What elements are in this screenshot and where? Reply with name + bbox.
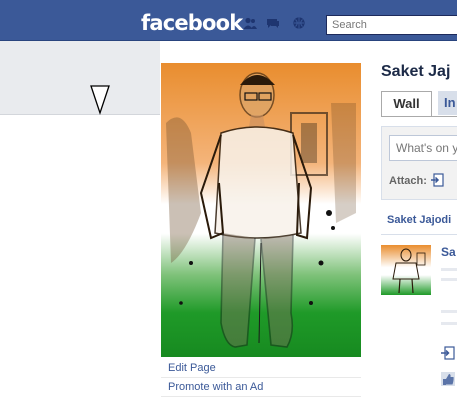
story-thumbnail[interactable] [381, 245, 431, 295]
top-bar: facebook Search [0, 0, 457, 41]
attach-icon[interactable] [431, 173, 444, 187]
messages-icon[interactable] [266, 17, 280, 29]
tab-info[interactable]: In [438, 91, 457, 115]
profile-action-links: Edit Page Promote with an Ad [161, 359, 361, 397]
cursor-arrow-icon [90, 85, 110, 116]
edit-page-link[interactable]: Edit Page [161, 359, 361, 378]
story-text-line [441, 322, 457, 325]
profile-tabs: Wall In [381, 91, 457, 117]
search-placeholder: Search [332, 19, 367, 31]
story-text-line [441, 278, 457, 281]
left-banner-area [0, 41, 160, 115]
promote-ad-link[interactable]: Promote with an Ad [161, 378, 361, 397]
profile-name: Saket Jaj [381, 63, 451, 80]
notifications-icon[interactable] [292, 17, 306, 29]
divider [381, 234, 457, 235]
attach-icon [441, 346, 455, 360]
story-text-line [441, 310, 457, 313]
tab-wall[interactable]: Wall [381, 91, 432, 116]
story-text-line [441, 268, 457, 271]
status-composer: What's on y Attach: [381, 126, 457, 200]
attach-label: Attach: [389, 175, 427, 187]
profile-picture[interactable] [161, 63, 361, 357]
wall-filter-link[interactable]: Saket Jajodi [387, 214, 451, 226]
like-icon[interactable] [441, 372, 455, 386]
status-input[interactable]: What's on y [389, 135, 457, 161]
search-input[interactable]: Search [326, 15, 457, 35]
facebook-logo[interactable]: facebook [141, 11, 243, 35]
story-author-link[interactable]: Sa [441, 245, 456, 259]
friends-icon[interactable] [243, 17, 257, 29]
